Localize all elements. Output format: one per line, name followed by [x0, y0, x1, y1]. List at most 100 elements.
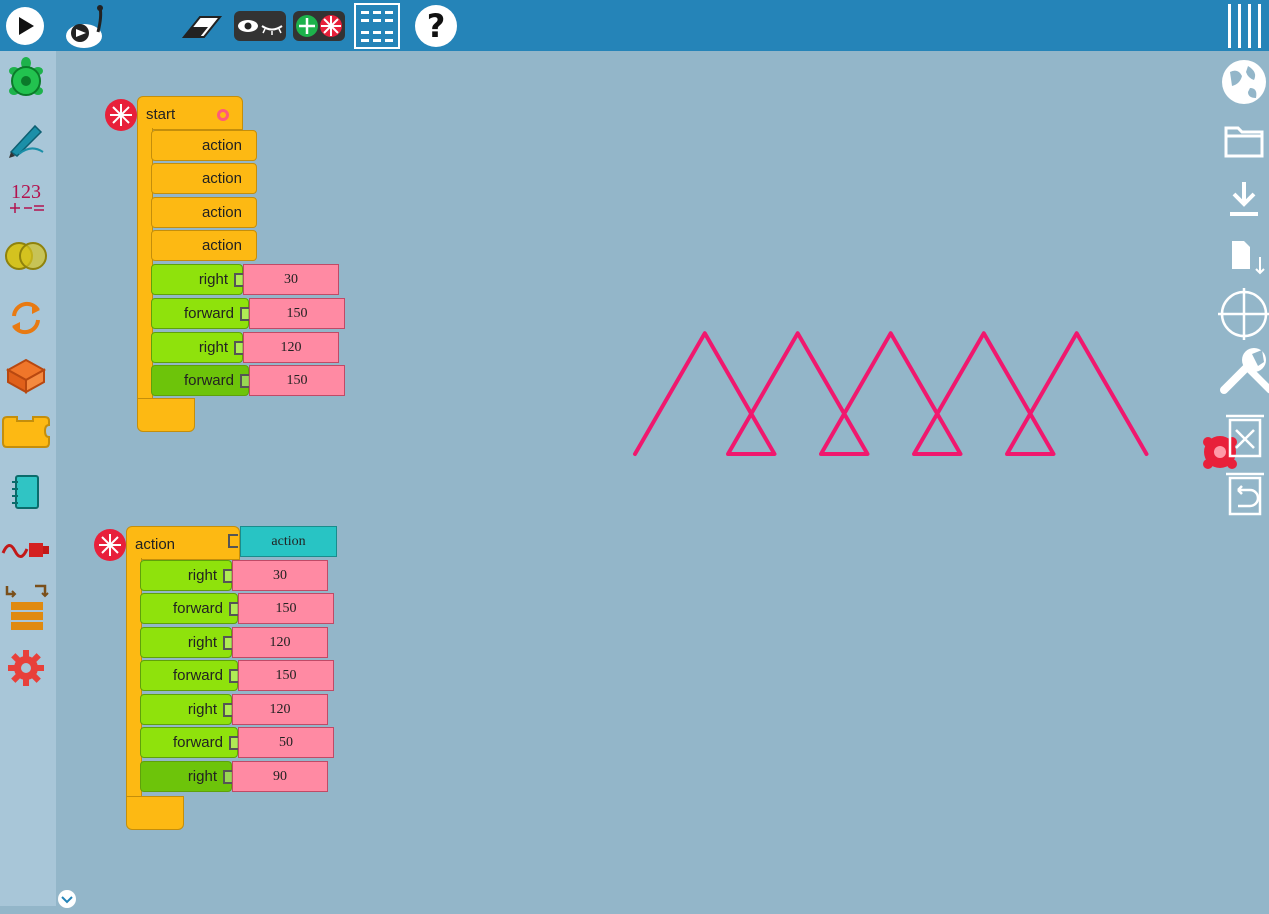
run-button[interactable]: [0, 0, 50, 51]
settings-button[interactable]: [1218, 346, 1269, 402]
right-block[interactable]: right: [140, 761, 233, 792]
number-arg[interactable]: 120: [232, 694, 328, 725]
right-block-label: right: [187, 567, 217, 584]
turtle-palette-icon: [9, 57, 43, 96]
menu-grid-icon: [354, 2, 400, 49]
clear-trash-button[interactable]: [1218, 406, 1269, 462]
restore-button[interactable]: [1218, 464, 1269, 520]
program-palette-icon: [5, 584, 49, 630]
pen-path: [633, 331, 1149, 456]
number-arg[interactable]: 30: [232, 560, 328, 591]
run-icon: [6, 6, 44, 45]
aux-menu-button[interactable]: [1222, 0, 1269, 51]
palette-number[interactable]: 123: [0, 173, 52, 223]
start-collapse-icon[interactable]: [104, 98, 138, 132]
forward-block[interactable]: forward: [151, 365, 250, 396]
number-arg[interactable]: 150: [238, 593, 334, 624]
save-button[interactable]: [1218, 228, 1269, 284]
forward-block[interactable]: forward: [140, 660, 239, 691]
forward-block[interactable]: forward: [140, 727, 239, 758]
action-block-label: action: [201, 137, 242, 154]
language-button[interactable]: [1218, 54, 1269, 110]
palette-turtle[interactable]: [0, 53, 52, 103]
right-block[interactable]: right: [140, 694, 233, 725]
wrench-icon: [1220, 348, 1269, 394]
open-folder-icon: [1224, 126, 1263, 158]
clear-button[interactable]: [175, 0, 227, 51]
pen-palette-icon: [9, 124, 44, 158]
boxes-palette-icon: [2, 416, 50, 448]
help-button[interactable]: ?: [410, 0, 462, 51]
notebook-palette-icon: [12, 475, 39, 509]
forward-block-label: forward: [172, 734, 223, 751]
forward-block-label: forward: [183, 305, 234, 322]
number-arg[interactable]: 150: [249, 298, 345, 329]
action-name-arg[interactable]: action: [240, 526, 337, 557]
number-arg[interactable]: 120: [243, 332, 339, 363]
language-globe-icon: [1221, 60, 1266, 104]
collapse-expand-icon: [293, 10, 345, 41]
right-block[interactable]: right: [140, 627, 233, 658]
right-block[interactable]: right: [151, 264, 244, 295]
action-block[interactable]: action: [151, 130, 257, 161]
palette-boolean[interactable]: [0, 231, 52, 281]
palette-flow[interactable]: [0, 293, 52, 343]
help-glyph: ?: [426, 6, 446, 45]
settings-palette-icon: [8, 650, 44, 686]
clear-trash-icon: [1225, 414, 1264, 458]
forward-block[interactable]: forward: [140, 593, 239, 624]
clear-icon: [181, 15, 223, 38]
main-toolbar: ?: [0, 0, 1269, 51]
number-arg[interactable]: 30: [243, 264, 339, 295]
action-block-label: action: [201, 237, 242, 254]
action-definition-label: action: [135, 536, 176, 553]
restore-icon: [1225, 472, 1264, 516]
aux-menu-icon: [1227, 3, 1261, 48]
number-arg[interactable]: 90: [232, 761, 328, 792]
palette-settings[interactable]: [0, 643, 52, 693]
palette-extras[interactable]: [0, 525, 52, 575]
forward-block-label: forward: [172, 600, 223, 617]
action-block-label: action: [201, 204, 242, 221]
palette-boxes[interactable]: [0, 407, 52, 457]
palette-scroll-down[interactable]: [57, 889, 77, 914]
forward-block-label: forward: [183, 372, 234, 389]
palette-program[interactable]: [0, 581, 52, 637]
action-block[interactable]: action: [151, 197, 257, 228]
extras-palette-icon: [1, 543, 49, 558]
forward-block-label: forward: [172, 667, 223, 684]
run-slow-button[interactable]: [56, 0, 112, 51]
number-arg[interactable]: 150: [238, 660, 334, 691]
hide-show-blocks-button[interactable]: [232, 0, 288, 51]
start-block-label: start: [146, 106, 176, 123]
right-block-label: right: [198, 271, 228, 288]
chevron-down-icon: [58, 890, 76, 908]
menu-grid-button[interactable]: [351, 0, 403, 51]
action-block[interactable]: action: [151, 230, 257, 261]
save-file-icon: [1231, 241, 1265, 275]
open-button[interactable]: [1218, 112, 1269, 168]
palette-pen[interactable]: [0, 113, 52, 163]
palette-action[interactable]: [0, 351, 52, 401]
action-collapse-icon[interactable]: [93, 528, 127, 562]
right-block-label: right: [187, 768, 217, 785]
number-arg[interactable]: 150: [249, 365, 345, 396]
boolean-palette-icon: [5, 242, 47, 270]
flow-palette-icon: [12, 301, 40, 335]
action-palette-icon: [5, 358, 47, 394]
number-palette-icon: 123: [11, 181, 41, 203]
right-block[interactable]: right: [140, 560, 233, 591]
palette-notebook[interactable]: [0, 467, 52, 517]
download-icon: [1229, 182, 1258, 216]
right-block-label: right: [198, 339, 228, 356]
grid-button[interactable]: [1218, 286, 1269, 342]
grid-icon: [1218, 288, 1269, 340]
forward-block[interactable]: forward: [151, 298, 250, 329]
number-arg[interactable]: 120: [232, 627, 328, 658]
action-block[interactable]: action: [151, 163, 257, 194]
right-block[interactable]: right: [151, 332, 244, 363]
number-arg[interactable]: 50: [238, 727, 334, 758]
collapse-expand-button[interactable]: [290, 0, 348, 51]
start-block-footer: [137, 398, 195, 432]
download-button[interactable]: [1218, 172, 1269, 228]
